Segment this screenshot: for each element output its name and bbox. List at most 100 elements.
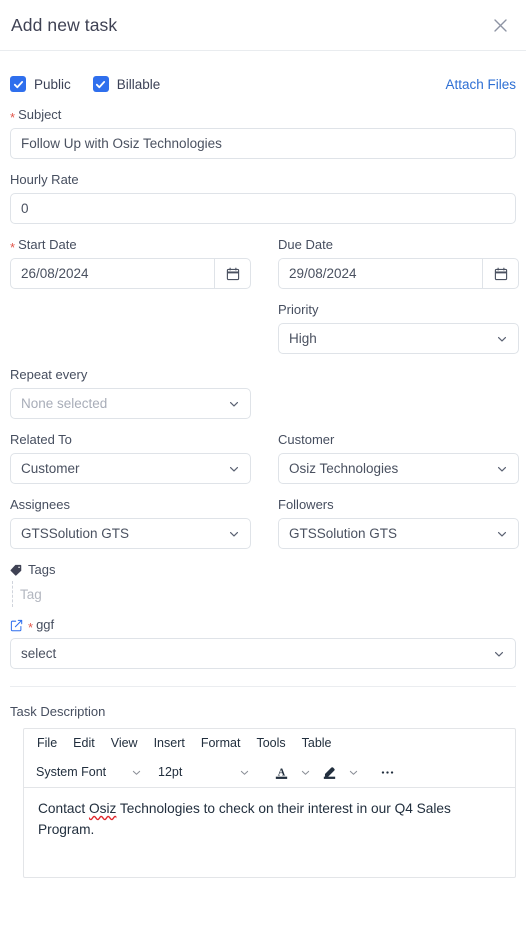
- editor-content[interactable]: Contact Osiz Technologies to check on th…: [24, 788, 515, 840]
- editor-toolbar: System Font 12pt A: [24, 757, 515, 788]
- checkbox-checked-icon[interactable]: [10, 76, 26, 92]
- start-date-label-text: Start Date: [18, 237, 77, 252]
- assignees-column: Assignees GTSSolution GTS: [10, 497, 251, 562]
- font-family-select[interactable]: System Font: [30, 760, 148, 785]
- text-color-icon[interactable]: A: [268, 760, 294, 785]
- options-row: Public Billable Attach Files: [10, 61, 516, 107]
- start-date-input[interactable]: 26/08/2024: [10, 258, 214, 289]
- tags-label-text: Tags: [28, 562, 56, 577]
- chevron-down-icon: [496, 333, 508, 345]
- customer-column: Customer Osiz Technologies: [278, 432, 519, 497]
- due-date-input[interactable]: 29/08/2024: [278, 258, 482, 289]
- related-to-field: Related To Customer: [10, 432, 251, 484]
- chevron-down-icon: [228, 528, 240, 540]
- followers-label: Followers: [278, 497, 519, 513]
- menu-insert[interactable]: Insert: [147, 734, 192, 752]
- tags-field: Tags Tag: [10, 562, 516, 607]
- related-to-select[interactable]: Customer: [10, 453, 251, 484]
- chevron-down-icon[interactable]: [296, 760, 314, 785]
- required-asterisk: *: [10, 239, 16, 255]
- related-customer-row: Related To Customer Customer Osiz Techno…: [10, 432, 519, 497]
- more-options-icon[interactable]: [374, 760, 400, 785]
- repeat-every-value: None selected: [21, 396, 108, 411]
- related-to-column: Related To Customer: [10, 432, 251, 497]
- followers-label-text: Followers: [278, 497, 334, 512]
- ggf-value: select: [21, 646, 57, 661]
- edit-square-icon[interactable]: [10, 619, 23, 632]
- checkbox-checked-icon[interactable]: [92, 76, 109, 92]
- hourly-rate-field: Hourly Rate 0: [10, 172, 516, 224]
- section-divider: [10, 686, 516, 687]
- related-to-label: Related To: [10, 432, 251, 448]
- priority-field: Priority High: [278, 302, 519, 354]
- customer-label: Customer: [278, 432, 519, 448]
- chevron-down-icon: [239, 767, 250, 778]
- menu-table[interactable]: Table: [295, 734, 339, 752]
- assignees-label: Assignees: [10, 497, 251, 513]
- subject-label: * Subject: [10, 107, 516, 124]
- priority-value: High: [289, 331, 317, 346]
- rich-text-editor[interactable]: File Edit View Insert Format Tools Table…: [23, 728, 516, 878]
- customer-value: Osiz Technologies: [289, 461, 399, 476]
- menu-view[interactable]: View: [104, 734, 145, 752]
- chevron-down-icon: [228, 398, 240, 410]
- ggf-label-text: ggf: [36, 617, 55, 632]
- customer-select[interactable]: Osiz Technologies: [278, 453, 519, 484]
- chevron-down-icon: [496, 463, 508, 475]
- repeat-every-select[interactable]: None selected: [10, 388, 251, 419]
- customer-label-text: Customer: [278, 432, 335, 447]
- task-description-label: Task Description: [10, 704, 106, 719]
- due-date-column: Due Date 29/08/2024 Priority High: [278, 237, 519, 367]
- due-date-field: Due Date 29/08/2024: [278, 237, 519, 289]
- priority-label-text: Priority: [278, 302, 319, 317]
- tags-label: Tags: [10, 562, 516, 577]
- dates-row: * Start Date 26/08/2024 Due Date 29/08/2…: [10, 237, 519, 367]
- followers-select[interactable]: GTSSolution GTS: [278, 518, 519, 549]
- ggf-select[interactable]: select: [10, 638, 516, 669]
- menu-edit[interactable]: Edit: [66, 734, 102, 752]
- followers-column: Followers GTSSolution GTS: [278, 497, 519, 562]
- hourly-rate-input[interactable]: 0: [10, 193, 516, 224]
- close-icon[interactable]: [487, 12, 513, 38]
- chevron-down-icon[interactable]: [344, 760, 362, 785]
- subject-input[interactable]: Follow Up with Osiz Technologies: [10, 128, 516, 159]
- start-date-label: * Start Date: [10, 237, 251, 255]
- related-to-label-text: Related To: [10, 432, 72, 447]
- public-checkbox-wrap[interactable]: Public: [10, 76, 71, 92]
- attach-files-button[interactable]: Attach Files: [445, 77, 516, 92]
- assignees-select[interactable]: GTSSolution GTS: [10, 518, 251, 549]
- ggf-label: * ggf: [10, 617, 516, 635]
- assignees-value: GTSSolution GTS: [21, 526, 130, 541]
- start-date-control[interactable]: 26/08/2024: [10, 258, 251, 289]
- editor-text-before: Contact: [38, 801, 89, 816]
- highlight-color-icon[interactable]: [316, 760, 342, 785]
- followers-field: Followers GTSSolution GTS: [278, 497, 519, 549]
- public-checkbox-label: Public: [34, 76, 71, 92]
- column-gap: [251, 497, 278, 562]
- customer-field: Customer Osiz Technologies: [278, 432, 519, 484]
- priority-select[interactable]: High: [278, 323, 519, 354]
- subject-field: * Subject Follow Up with Osiz Technologi…: [10, 107, 516, 159]
- start-date-column: * Start Date 26/08/2024: [10, 237, 251, 367]
- menu-format[interactable]: Format: [194, 734, 248, 752]
- due-date-control[interactable]: 29/08/2024: [278, 258, 519, 289]
- editor-misspelled-word: Osiz: [88, 801, 117, 816]
- subject-label-text: Subject: [18, 107, 62, 122]
- menu-file[interactable]: File: [30, 734, 64, 752]
- modal-header: Add new task: [0, 0, 526, 51]
- font-size-select[interactable]: 12pt: [152, 760, 256, 785]
- repeat-every-label: Repeat every: [10, 367, 516, 383]
- ggf-field: * ggf select: [10, 617, 516, 669]
- hourly-rate-label: Hourly Rate: [10, 172, 516, 188]
- font-size-value: 12pt: [158, 765, 183, 779]
- modal-body: Public Billable Attach Files * Subject F…: [0, 61, 526, 878]
- billable-checkbox-wrap[interactable]: Billable: [92, 76, 160, 92]
- menu-tools[interactable]: Tools: [249, 734, 292, 752]
- assignees-followers-row: Assignees GTSSolution GTS Followers GTSS…: [10, 497, 519, 562]
- assignees-field: Assignees GTSSolution GTS: [10, 497, 251, 549]
- assignees-label-text: Assignees: [10, 497, 70, 512]
- calendar-icon[interactable]: [214, 258, 251, 289]
- required-asterisk: *: [28, 619, 34, 635]
- tags-input[interactable]: Tag: [12, 581, 516, 607]
- calendar-icon[interactable]: [482, 258, 519, 289]
